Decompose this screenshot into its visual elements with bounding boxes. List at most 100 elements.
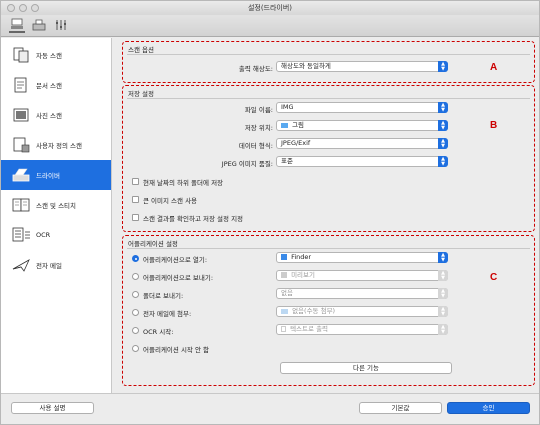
- send-to-folder-value: 없음: [281, 289, 293, 297]
- sidebar-item-custom-scan[interactable]: 사용자 정의 스캔: [1, 130, 111, 160]
- save-in-select[interactable]: 그림 ▲ ▼: [276, 120, 448, 131]
- chevron-updown-icon: ▲ ▼: [438, 288, 448, 299]
- marker-a: A: [490, 62, 498, 73]
- sidebar-item-driver[interactable]: 드라이버: [1, 160, 111, 190]
- finder-icon: [281, 254, 287, 260]
- preview-icon: [281, 272, 287, 278]
- general-settings-icon[interactable]: [53, 17, 69, 33]
- window-title: 설정(드라이버): [247, 4, 293, 12]
- chevron-updown-icon: ▲ ▼: [438, 102, 448, 113]
- start-ocr-label: OCR 시작:: [143, 328, 174, 336]
- jpeg-quality-label: JPEG 이미지 품질:: [221, 160, 273, 168]
- sidebar: 자동 스캔 문서 스캔 사진 스캔 사용자 정의 스캔 드라이버 스캔 및 스티…: [1, 38, 112, 393]
- start-ocr-select[interactable]: 텍스트로 출력 ▲ ▼: [276, 324, 448, 335]
- no-app-label: 어플리케이션 시작 안 함: [143, 346, 209, 354]
- sidebar-item-photo-scan[interactable]: 사진 스캔: [1, 100, 111, 130]
- sidebar-item-label: 사용자 정의 스캔: [36, 142, 82, 150]
- send-to-app-select[interactable]: 미리보기 ▲ ▼: [276, 270, 448, 281]
- save-settings-title: 저장 설정: [128, 90, 154, 98]
- sidebar-item-email[interactable]: 전자 메일: [1, 250, 111, 280]
- chevron-updown-icon: ▲ ▼: [438, 61, 448, 72]
- document-scan-icon: [10, 75, 32, 95]
- custom-scan-icon: [10, 135, 32, 155]
- attach-email-select[interactable]: 없음(수동 첨부) ▲ ▼: [276, 306, 448, 317]
- no-app-radio[interactable]: [132, 345, 139, 352]
- check-scan-results-checkbox[interactable]: [132, 214, 139, 221]
- resolution-select[interactable]: 해상도와 동일하게 ▲ ▼: [276, 61, 448, 72]
- toolbar: [1, 15, 539, 37]
- chevron-updown-icon: ▲ ▼: [438, 324, 448, 335]
- more-functions-button[interactable]: 다른 기능: [280, 362, 452, 374]
- photo-scan-icon: [10, 105, 32, 125]
- chevron-updown-icon: ▲ ▼: [438, 138, 448, 149]
- open-with-app-radio[interactable]: [132, 255, 139, 262]
- check-scan-results-label: 스캔 결과를 확인하고 저장 설정 지정: [143, 215, 244, 223]
- send-to-app-label: 어플리케이션으로 보내기:: [143, 274, 214, 282]
- send-to-folder-radio[interactable]: [132, 291, 139, 298]
- send-to-folder-label: 폴더로 보내기:: [143, 292, 184, 300]
- file-name-combobox[interactable]: IMG ▲ ▼: [276, 102, 448, 113]
- jpeg-quality-select[interactable]: 표준 ▲ ▼: [276, 156, 448, 167]
- send-to-folder-select[interactable]: 없음 ▲ ▼: [276, 288, 448, 299]
- driver-icon: [10, 165, 32, 185]
- save-settings-panel: 저장 설정 파일 이름: IMG ▲ ▼ 저장 위치: 그림 ▲ ▼ 데이터 형식:…: [122, 85, 535, 232]
- save-in-value: 그림: [292, 121, 305, 129]
- start-ocr-value: 텍스트로 출력: [290, 325, 329, 333]
- attach-email-label: 전자 메일에 첨부:: [143, 310, 192, 318]
- ok-button[interactable]: 승인: [447, 402, 530, 414]
- marker-b: B: [490, 120, 498, 131]
- chevron-updown-icon: ▲ ▼: [438, 156, 448, 167]
- attach-email-radio[interactable]: [132, 309, 139, 316]
- app-settings-panel: 어플리케이션 설정 어플리케이션으로 열기: Finder ▲ ▼ 어플리케이션으…: [122, 235, 535, 386]
- sidebar-item-ocr[interactable]: OCR: [1, 220, 111, 250]
- sidebar-item-label: 드라이버: [36, 172, 60, 180]
- marker-c: C: [490, 272, 498, 283]
- open-with-app-select[interactable]: Finder ▲ ▼: [276, 252, 448, 263]
- sidebar-item-label: 사진 스캔: [36, 112, 62, 120]
- settings-window: 설정(드라이버) 자동 스캔 문서 스캔 사진 스캔 사용자 정의 스캔 드라이…: [0, 0, 540, 425]
- sidebar-item-label: 문서 스캔: [36, 82, 62, 90]
- scan-from-computer-icon[interactable]: [9, 17, 25, 33]
- ocr-icon: [10, 225, 32, 245]
- chevron-updown-icon: ▲ ▼: [438, 306, 448, 317]
- folder-icon: [281, 308, 288, 314]
- save-to-subfolder-checkbox[interactable]: [132, 178, 139, 185]
- sidebar-item-auto-scan[interactable]: 자동 스캔: [1, 40, 111, 70]
- data-format-label: 데이터 형식:: [238, 142, 273, 150]
- sidebar-item-document-scan[interactable]: 문서 스캔: [1, 70, 111, 100]
- data-format-select[interactable]: JPEG/Exif ▲ ▼: [276, 138, 448, 149]
- divider: [127, 98, 530, 99]
- divider: [127, 248, 530, 249]
- zoom-icon[interactable]: [31, 4, 39, 12]
- resolution-value: 해상도와 동일하게: [281, 62, 331, 70]
- defaults-button[interactable]: 기본값: [359, 402, 442, 414]
- scan-from-panel-icon[interactable]: [31, 17, 47, 33]
- send-to-app-value: 미리보기: [291, 271, 315, 279]
- file-name-label: 파일 이름:: [244, 106, 273, 114]
- email-icon: [10, 255, 32, 275]
- save-to-subfolder-label: 현재 날짜의 하위 폴더에 저장: [143, 179, 224, 187]
- start-ocr-radio[interactable]: [132, 327, 139, 334]
- sidebar-item-label: 자동 스캔: [36, 52, 62, 60]
- sidebar-item-label: OCR: [36, 231, 51, 239]
- scan-options-title: 스캔 옵션: [128, 46, 154, 54]
- folder-icon: [281, 122, 288, 128]
- chevron-updown-icon: ▲ ▼: [438, 120, 448, 131]
- sidebar-item-scan-stitch[interactable]: 스캔 및 스티치: [1, 190, 111, 220]
- resolution-label: 출력 해상도:: [238, 65, 273, 73]
- text-output-icon: [281, 326, 286, 332]
- chevron-updown-icon: ▲ ▼: [438, 252, 448, 263]
- save-in-label: 저장 위치:: [244, 124, 273, 132]
- send-to-app-radio[interactable]: [132, 273, 139, 280]
- large-image-scan-checkbox[interactable]: [132, 196, 139, 203]
- close-icon[interactable]: [7, 4, 15, 12]
- sidebar-item-label: 전자 메일: [36, 262, 62, 270]
- data-format-value: JPEG/Exif: [281, 139, 311, 147]
- sidebar-item-label: 스캔 및 스티치: [36, 202, 77, 210]
- help-button[interactable]: 사용 설명: [11, 402, 94, 414]
- divider: [127, 54, 530, 55]
- minimize-icon[interactable]: [19, 4, 27, 12]
- chevron-updown-icon: ▲ ▼: [438, 270, 448, 281]
- jpeg-quality-value: 표준: [281, 157, 293, 165]
- large-image-scan-label: 큰 이미지 스캔 사용: [143, 197, 198, 205]
